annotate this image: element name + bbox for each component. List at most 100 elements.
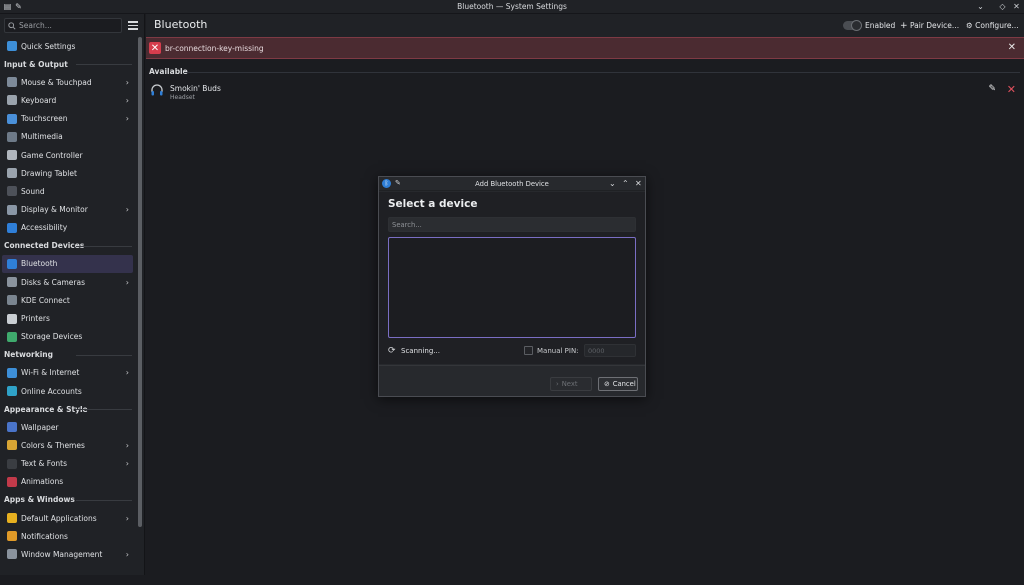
sidebar-item-label: Accessibility: [21, 223, 68, 233]
sidebar-item[interactable]: Window Management ›: [2, 545, 133, 563]
scanning-status: Scanning...: [401, 347, 440, 355]
window-icon: [7, 549, 17, 560]
touchscreen-icon: [7, 113, 17, 124]
dialog-heading: Select a device: [388, 198, 478, 210]
sidebar-item[interactable]: Multimedia: [2, 128, 133, 146]
bluetooth-icon: [7, 258, 17, 269]
sidebar-item[interactable]: Wallpaper: [2, 418, 133, 436]
sidebar-item[interactable]: Mouse & Touchpad ›: [2, 73, 133, 91]
sidebar-item[interactable]: Bluetooth: [2, 254, 133, 274]
sidebar-section-header: Connected Devices: [0, 237, 136, 255]
available-section-label: Available: [149, 67, 188, 76]
chevron-right-icon: ›: [125, 440, 129, 450]
sidebar-scrollbar[interactable]: [138, 37, 142, 585]
monitor-icon: [7, 204, 17, 215]
tablet-icon: [7, 168, 17, 179]
sidebar-item[interactable]: Drawing Tablet: [2, 164, 133, 182]
sidebar-search-input[interactable]: Search...: [4, 18, 122, 33]
sidebar-item-label: Bluetooth: [21, 259, 58, 269]
sidebar-item-label: Animations: [21, 477, 64, 487]
sidebar-item[interactable]: Quick Settings: [2, 37, 133, 55]
configure-label: Configure...: [975, 21, 1019, 30]
mouse-icon: [7, 77, 17, 88]
sidebar-item[interactable]: Notifications: [2, 527, 133, 545]
sidebar-item[interactable]: Disks & Cameras ›: [2, 273, 133, 291]
sidebar-section-label: Apps & Windows: [4, 495, 75, 505]
dialog-titlebar: ᛒ ✎ Add Bluetooth Device ⌄ ⌃ ✕: [379, 177, 645, 191]
device-search-placeholder: Search...: [392, 220, 422, 229]
close-dialog-icon[interactable]: ✕: [635, 179, 642, 188]
pin-input[interactable]: 0000: [584, 344, 636, 357]
chevron-right-icon: ›: [125, 95, 129, 105]
sidebar-item-label: Printers: [21, 314, 50, 324]
wallpaper-icon: [7, 422, 17, 433]
sidebar-item[interactable]: Text & Fonts ›: [2, 455, 133, 473]
pair-device-label: Pair Device...: [909, 21, 960, 30]
chevron-right-icon: ›: [125, 513, 129, 523]
pin-placeholder: 0000: [588, 346, 605, 355]
sidebar-item[interactable]: Storage Devices: [2, 328, 133, 346]
sidebar-item[interactable]: Accessibility: [2, 219, 133, 237]
sidebar-item[interactable]: Keyboard ›: [2, 91, 133, 109]
chevron-right-icon: ›: [125, 549, 129, 559]
sidebar-item-label: Quick Settings: [21, 41, 76, 51]
cancel-label: Cancel: [612, 380, 636, 388]
animations-icon: [7, 476, 17, 487]
chevron-right-icon: ›: [125, 368, 129, 378]
edit-icon[interactable]: ✎: [988, 84, 996, 94]
sidebar-section-header: Appearance & Style: [0, 400, 136, 418]
sidebar-item[interactable]: Printers: [2, 309, 133, 327]
chevron-right-icon: ›: [125, 114, 129, 124]
maximize-icon[interactable]: ⌃: [622, 179, 629, 188]
sidebar-item[interactable]: Default Applications ›: [2, 509, 133, 527]
sidebar-section-header: Apps & Windows: [0, 491, 136, 509]
sidebar-item[interactable]: KDE Connect: [2, 291, 133, 309]
cancel-icon: ⊘: [604, 380, 610, 388]
minimize-icon[interactable]: ⌄: [609, 179, 616, 188]
sidebar-item-label: Wi-Fi & Internet: [21, 368, 80, 378]
remove-device-icon[interactable]: ✕: [1007, 83, 1016, 96]
device-row[interactable]: Smokin' Buds Headset ✎ ✕: [146, 80, 1024, 104]
sidebar-item[interactable]: Display & Monitor ›: [2, 201, 133, 219]
sidebar-item-label: Touchscreen: [21, 114, 68, 124]
device-list[interactable]: [388, 237, 636, 338]
sidebar-item[interactable]: Touchscreen ›: [2, 110, 133, 128]
fonts-icon: [7, 458, 17, 469]
sidebar-item-label: Disks & Cameras: [21, 277, 85, 287]
sidebar-item-label: Colors & Themes: [21, 440, 85, 450]
manual-pin-checkbox[interactable]: [524, 346, 533, 355]
sidebar-section-label: Networking: [4, 350, 53, 360]
chevron-right-icon: ›: [125, 459, 129, 469]
next-button[interactable]: › Next: [550, 377, 592, 391]
dismiss-banner-icon[interactable]: ✕: [1008, 42, 1016, 53]
sidebar-item[interactable]: Animations: [2, 473, 133, 491]
maximize-icon[interactable]: ◇: [997, 1, 1008, 12]
device-name: Smokin' Buds: [170, 84, 221, 93]
sidebar-item[interactable]: Colors & Themes ›: [2, 436, 133, 454]
close-window-icon[interactable]: ✕: [1011, 1, 1022, 12]
next-label: Next: [561, 380, 578, 388]
bluetooth-enabled-toggle[interactable]: [843, 20, 862, 31]
quick-settings-icon: [7, 41, 17, 52]
cancel-button[interactable]: ⊘ Cancel: [598, 377, 638, 391]
network-icon: [7, 367, 17, 378]
minimize-icon[interactable]: ⌄: [975, 1, 986, 12]
star-icon: [7, 513, 17, 524]
sidebar-item[interactable]: Online Accounts: [2, 382, 133, 400]
sidebar-item[interactable]: Game Controller: [2, 146, 133, 164]
device-search-input[interactable]: Search...: [388, 217, 636, 232]
add-bluetooth-dialog: ᛒ ✎ Add Bluetooth Device ⌄ ⌃ ✕ Select a …: [378, 176, 646, 397]
window-titlebar: ▤ ✎ Bluetooth — System Settings ⌄ ◇ ✕: [0, 0, 1024, 14]
configure-button[interactable]: ⚙ Configure...: [966, 21, 1019, 30]
disk-icon: [7, 277, 17, 288]
plus-icon: +: [900, 21, 908, 31]
configure-icon: ⚙: [966, 21, 973, 30]
sidebar-item[interactable]: Wi-Fi & Internet ›: [2, 364, 133, 382]
sidebar-item-label: Keyboard: [21, 95, 57, 105]
sidebar-item[interactable]: Sound: [2, 182, 133, 200]
search-icon: [8, 21, 16, 30]
manual-pin-label: Manual PIN:: [537, 347, 579, 355]
pair-device-button[interactable]: + Pair Device...: [900, 21, 959, 31]
chevron-right-icon: ›: [125, 277, 129, 287]
hamburger-menu-icon[interactable]: [126, 19, 140, 32]
